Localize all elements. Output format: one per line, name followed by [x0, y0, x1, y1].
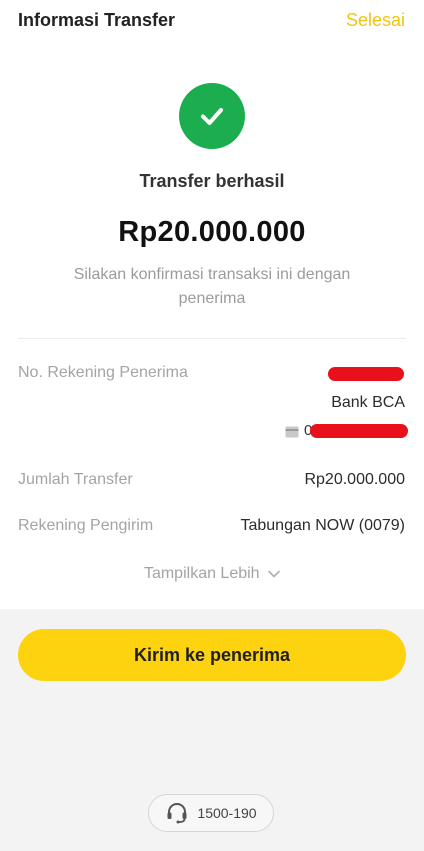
headset-icon: [167, 803, 187, 824]
redacted-recipient-name: [328, 367, 404, 381]
bank-card-icon: [285, 426, 299, 438]
page-title: Informasi Transfer: [18, 10, 176, 30]
check-icon: [201, 108, 223, 125]
divider: [18, 338, 406, 339]
recipient-account-label: No. Rekening Penerima: [18, 364, 188, 381]
transfer-info-card: Informasi Transfer Selesai Transfer berh…: [0, 0, 424, 609]
help-phone-number: 1500-190: [197, 805, 257, 821]
show-more-button[interactable]: Tampilkan Lebih: [0, 565, 424, 583]
sender-account-label: Rekening Pengirim: [18, 517, 154, 534]
redacted-account-number: [310, 424, 408, 438]
status-text: Transfer berhasil: [139, 171, 285, 191]
show-more-label: Tampilkan Lebih: [143, 565, 260, 582]
transfer-amount: Rp20.000.000: [118, 216, 306, 248]
done-button[interactable]: Selesai: [346, 10, 405, 31]
bank-name: Bank BCA: [331, 394, 405, 411]
confirmation-note: Silakan konfirmasi transaksi ini dengan …: [73, 266, 351, 307]
success-badge: [179, 83, 245, 149]
amount-label: Jumlah Transfer: [18, 471, 133, 488]
send-to-recipient-button[interactable]: Kirim ke penerima: [18, 629, 406, 681]
amount-value: Rp20.000.000: [304, 471, 405, 488]
sender-account-value: Tabungan NOW (0079): [240, 517, 405, 534]
chevron-down-icon: [268, 570, 280, 578]
help-contact-button[interactable]: 1500-190: [148, 794, 274, 832]
